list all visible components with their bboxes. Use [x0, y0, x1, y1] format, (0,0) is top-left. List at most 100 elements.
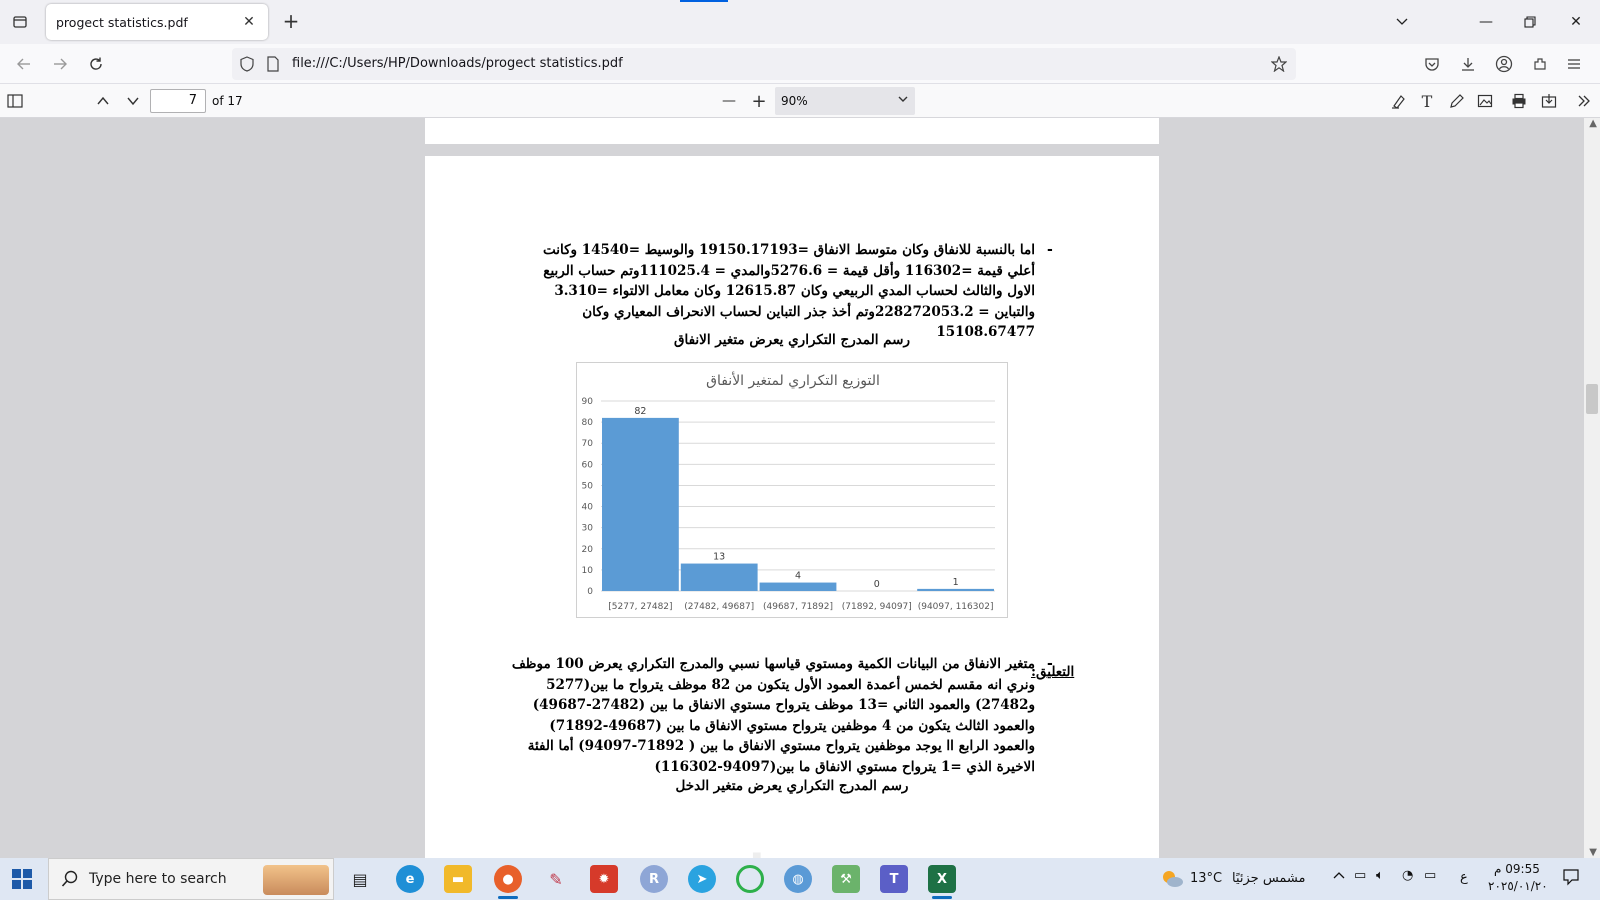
- tab-list-icon[interactable]: [8, 10, 32, 34]
- excel-icon[interactable]: X: [928, 865, 956, 899]
- income-histogram-caption: رسم المدرج التكراري يعرض متغير الدخل: [675, 778, 909, 794]
- image-icon[interactable]: [1474, 90, 1496, 112]
- bookmark-star-icon[interactable]: [1270, 55, 1288, 73]
- y-tick-label: 60: [582, 460, 594, 470]
- search-highlight-image: [263, 865, 329, 895]
- histogram-chart: التوزيع التكراري لمتغير الأنفاق 0 10 20 30 40…: [576, 362, 1008, 618]
- tab-strip: progect statistics.pdf ✕ + — ✕: [0, 0, 1600, 44]
- chart-title: التوزيع التكراري لمتغير الأنفاق: [706, 371, 880, 389]
- tab-overflow-chevron-icon[interactable]: [1390, 10, 1414, 34]
- file-explorer-icon[interactable]: ▬: [444, 865, 472, 893]
- tab-pdf[interactable]: progect statistics.pdf ✕: [46, 4, 268, 40]
- url-text[interactable]: file:///C:/Users/HP/Downloads/progect st…: [292, 56, 623, 71]
- draw-icon[interactable]: [1446, 90, 1468, 112]
- refresh-app-icon[interactable]: [736, 865, 764, 893]
- search-placeholder: Type here to search: [89, 871, 227, 887]
- new-tab-icon[interactable]: +: [280, 11, 302, 33]
- telegram-icon[interactable]: ➤: [688, 865, 716, 893]
- x-tick-label: (71892, 94097]: [842, 602, 912, 612]
- page-number-input[interactable]: 7: [150, 89, 206, 113]
- sidebar-toggle-icon[interactable]: [4, 90, 26, 112]
- shield-icon[interactable]: [238, 55, 256, 73]
- tools-app-icon[interactable]: ⚒: [832, 865, 860, 893]
- highlight-icon[interactable]: [1388, 90, 1410, 112]
- bar-data-label: 13: [713, 552, 725, 563]
- firefox-icon[interactable]: ●: [494, 865, 522, 899]
- navigation-bar: file:///C:/Users/HP/Downloads/progect st…: [0, 44, 1600, 84]
- tray-chevron-up-icon[interactable]: [1332, 869, 1346, 887]
- task-view-icon[interactable]: ▤: [346, 865, 374, 893]
- windows-start-icon[interactable]: [12, 869, 32, 889]
- x-tick-label: (94097, 116302]: [918, 602, 994, 612]
- downloads-icon[interactable]: [1456, 52, 1480, 76]
- teams-icon[interactable]: T: [880, 865, 908, 893]
- zoom-in-icon[interactable]: +: [748, 90, 770, 112]
- taskbar-search[interactable]: Type here to search: [48, 858, 334, 900]
- file-icon: [264, 55, 282, 73]
- volume-icon[interactable]: 🔈︎: [1376, 868, 1384, 883]
- y-tick-label: 40: [582, 503, 594, 513]
- spending-stats-paragraph: اما بالنسبة للانفاق وكان متوسط الانفاق =…: [542, 242, 1035, 340]
- account-icon[interactable]: [1492, 52, 1516, 76]
- scrollbar-thumb[interactable]: [1586, 384, 1598, 414]
- histogram-caption: رسم المدرج التكراري يعرض متغير الانفاق: [674, 332, 910, 348]
- bar-data-label: 1: [953, 577, 959, 588]
- pdf-page: - اما بالنسبة للانفاق وكان متوسط الانفاق…: [425, 156, 1159, 858]
- weather-temp[interactable]: 13°C: [1190, 871, 1222, 886]
- y-tick-label: 80: [582, 418, 594, 428]
- zoom-out-icon[interactable]: —: [718, 90, 740, 112]
- restore-icon[interactable]: [1518, 10, 1542, 34]
- bullet-marker: -: [1047, 656, 1053, 672]
- print-icon[interactable]: [1508, 90, 1530, 112]
- close-window-icon[interactable]: ✕: [1564, 10, 1588, 34]
- previous-page-sheet: [425, 118, 1159, 144]
- battery-icon[interactable]: ▭: [1424, 868, 1436, 883]
- clock-date[interactable]: ٢٠٢٥/٠١/٢٠: [1488, 879, 1548, 893]
- menu-icon[interactable]: [1562, 52, 1586, 76]
- weather-icon: [1160, 867, 1184, 895]
- previous-page-icon[interactable]: [92, 90, 114, 112]
- forward-icon[interactable]: [48, 52, 72, 76]
- app-red-icon[interactable]: ✹: [590, 865, 618, 893]
- next-page-icon[interactable]: [122, 90, 144, 112]
- extensions-icon[interactable]: [1528, 52, 1552, 76]
- y-tick-label: 50: [582, 481, 594, 491]
- watermark: خمسات: [705, 846, 872, 858]
- clock-time[interactable]: 09:55 م: [1494, 862, 1540, 876]
- y-tick-label: 90: [582, 397, 594, 407]
- more-tools-icon[interactable]: [1573, 90, 1595, 112]
- pdf-viewer[interactable]: - اما بالنسبة للانفاق وكان متوسط الانفاق…: [0, 118, 1600, 858]
- bullet-marker: -: [1047, 242, 1053, 258]
- taskbar: Type here to search ▤ e ▬ ● ✎ ✹ R ➤ ◍ ⚒ …: [0, 858, 1600, 900]
- x-tick-label: [5277, 27482]: [608, 602, 672, 612]
- paint-icon[interactable]: ✎: [542, 865, 570, 893]
- y-tick-label: 0: [587, 587, 593, 597]
- tab-title: progect statistics.pdf: [56, 14, 188, 30]
- notifications-icon[interactable]: [1562, 868, 1580, 890]
- weather-text[interactable]: مشمس جزئيًا: [1232, 871, 1306, 886]
- scrollbar[interactable]: ▲ ▼: [1584, 118, 1600, 858]
- bar-data-label: 4: [795, 571, 801, 582]
- save-icon[interactable]: [1538, 90, 1560, 112]
- zoom-select[interactable]: 90%: [775, 87, 915, 115]
- edge-icon[interactable]: e: [396, 865, 424, 893]
- pocket-icon[interactable]: [1420, 52, 1444, 76]
- meet-now-icon[interactable]: ▭: [1354, 868, 1366, 883]
- back-icon[interactable]: [12, 52, 36, 76]
- histogram-bar: [680, 563, 758, 591]
- text-tool-icon[interactable]: T: [1416, 90, 1438, 112]
- r-app-icon[interactable]: R: [640, 865, 668, 893]
- comment-paragraph: متغير الانفاق من البيانات الكمية ومستوي …: [511, 656, 1035, 775]
- scroll-down-icon[interactable]: ▼: [1589, 847, 1597, 858]
- tab-close-icon[interactable]: ✕: [240, 13, 258, 31]
- globe-app-icon[interactable]: ◍: [784, 865, 812, 893]
- scroll-up-icon[interactable]: ▲: [1589, 118, 1597, 129]
- pdf-toolbar: 7 of 17 — + 90% T: [0, 84, 1600, 118]
- wifi-icon[interactable]: ◔: [1402, 868, 1413, 883]
- reload-icon[interactable]: [84, 52, 108, 76]
- language-indicator[interactable]: ع: [1460, 870, 1468, 885]
- y-tick-label: 10: [582, 566, 594, 576]
- url-bar[interactable]: file:///C:/Users/HP/Downloads/progect st…: [232, 48, 1296, 80]
- histogram-bar: [917, 588, 994, 591]
- minimize-icon[interactable]: —: [1474, 10, 1498, 34]
